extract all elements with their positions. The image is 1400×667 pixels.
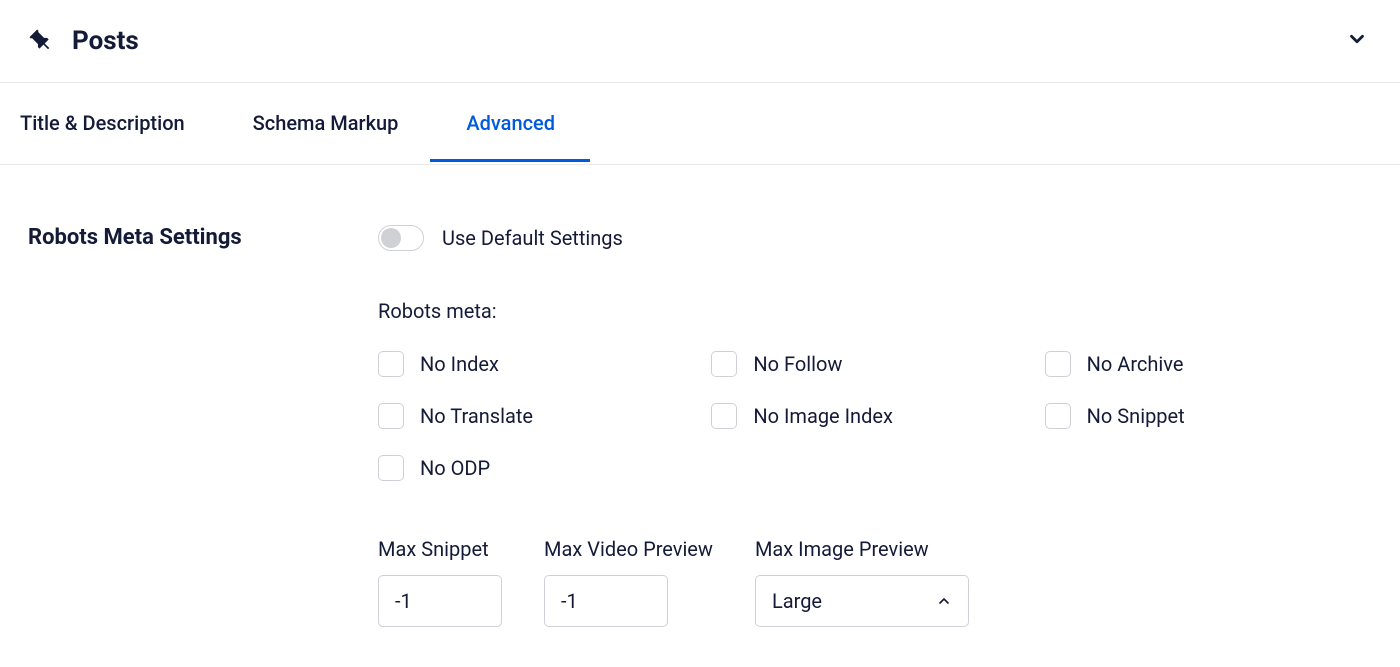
max-video-preview-input[interactable] [544,575,668,627]
max-settings-row: Max Snippet Max Video Preview Max Image … [378,537,1372,627]
tab-schema-markup[interactable]: Schema Markup [253,83,435,164]
checkbox-no-archive: No Archive [1045,351,1338,377]
checkbox-no-translate: No Translate [378,403,671,429]
checkbox-input[interactable] [378,403,404,429]
checkbox-label: No Image Index [753,404,893,428]
checkbox-label: No Follow [753,352,842,376]
checkbox-label: No Archive [1087,352,1184,376]
checkbox-label: No ODP [420,456,490,480]
checkbox-label: No Translate [420,404,533,428]
page-title: Posts [72,26,139,56]
max-snippet-group: Max Snippet [378,537,502,627]
default-settings-toggle[interactable] [378,225,424,251]
toggle-knob [381,228,401,248]
max-snippet-input[interactable] [378,575,502,627]
section-title: Robots Meta Settings [28,225,378,250]
tab-title-description[interactable]: Title & Description [20,83,221,164]
max-image-preview-group: Max Image Preview Large [755,537,969,627]
tabs: Title & Description Schema Markup Advanc… [0,83,1400,165]
checkbox-no-index: No Index [378,351,671,377]
checkbox-label: No Snippet [1087,404,1185,428]
robots-meta-label: Robots meta: [378,299,1372,323]
default-settings-toggle-row: Use Default Settings [378,225,1372,251]
input-label: Max Image Preview [755,537,969,561]
control-column: Use Default Settings Robots meta: No Ind… [378,225,1372,627]
checkbox-input[interactable] [378,455,404,481]
settings-row: Robots Meta Settings Use Default Setting… [28,225,1372,627]
label-column: Robots Meta Settings [28,225,378,250]
toggle-label: Use Default Settings [442,226,623,250]
header-left: Posts [28,26,139,56]
checkbox-no-image-index: No Image Index [711,403,1004,429]
checkbox-label: No Index [420,352,499,376]
checkbox-no-odp: No ODP [378,455,671,481]
checkbox-no-snippet: No Snippet [1045,403,1338,429]
max-image-preview-select[interactable]: Large [755,575,969,627]
checkbox-input[interactable] [711,351,737,377]
checkbox-input[interactable] [711,403,737,429]
checkbox-input[interactable] [1045,403,1071,429]
content: Robots Meta Settings Use Default Setting… [0,165,1400,667]
max-video-preview-group: Max Video Preview [544,537,713,627]
robots-meta-checkboxes: No Index No Follow No Archive No Transla… [378,351,1338,481]
select-value: Large [772,589,822,613]
tab-advanced[interactable]: Advanced [466,83,591,164]
input-label: Max Video Preview [544,537,713,561]
checkbox-input[interactable] [1045,351,1071,377]
checkbox-input[interactable] [378,351,404,377]
input-label: Max Snippet [378,537,502,561]
collapse-toggle[interactable] [1342,24,1372,58]
chevron-up-icon [936,593,952,609]
panel-header: Posts [0,0,1400,83]
pin-icon [28,28,54,54]
checkbox-no-follow: No Follow [711,351,1004,377]
